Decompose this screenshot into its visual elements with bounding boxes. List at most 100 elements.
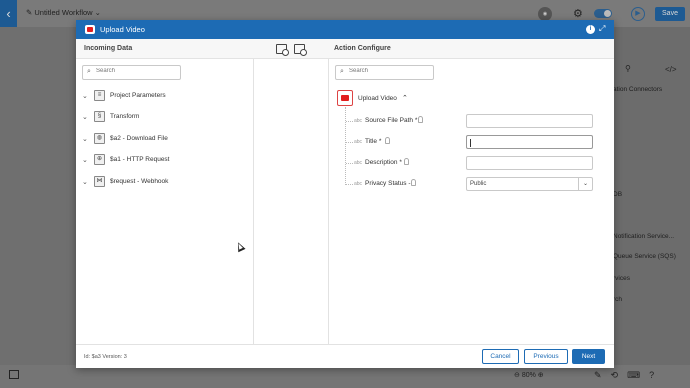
gear-icon[interactable]: ⚙ [573,7,583,20]
field-label: Title * [365,138,381,145]
next-button[interactable]: Next [572,349,605,364]
divider [253,59,254,344]
right-panel-item[interactable]: rvices [613,275,630,282]
field-label-text: Description [365,159,398,166]
tree-connector [346,121,353,122]
right-panel-item[interactable]: DB [613,191,622,198]
bulb-icon[interactable] [418,116,423,123]
incoming-item-label: Project Parameters [110,92,166,99]
divider [328,59,329,344]
incoming-item-webhook[interactable]: ⌄ ⋈ $request - Webhook [82,176,252,190]
bulb-icon[interactable]: ⚲ [625,64,631,73]
webhook-icon: ⋈ [94,176,105,187]
expand-icon[interactable]: ⤢ [599,24,605,34]
panel-toggle-icon[interactable] [9,370,19,379]
incoming-item-transform[interactable]: ⌄ § Transform [82,111,252,125]
avatar[interactable]: ◉ [538,7,552,21]
text-type-icon: abc [354,160,363,166]
field-source-file-path: abc Source File Path * [346,114,596,130]
field-label: Privacy Status - [365,180,411,187]
chevron-down-icon[interactable]: ⌄ [82,178,88,186]
action-search-input[interactable] [349,68,429,74]
chevron-down-icon[interactable]: ⌄ [82,156,88,164]
incoming-item-download-file[interactable]: ⌄ ◍ $a2 - Download File [82,133,252,147]
info-icon[interactable]: i [586,25,595,34]
clear-mapping-icon[interactable] [294,44,307,56]
field-label-text: Privacy Status [365,180,407,187]
incoming-data-heading: Incoming Data [84,45,133,52]
right-panel-item[interactable]: Notification Service... [613,233,674,240]
right-panel [615,27,690,367]
source-file-path-input[interactable] [466,114,593,128]
right-panel-item[interactable]: ation Connectors [613,86,662,93]
chevron-up-icon[interactable]: ⌃ [402,94,408,102]
incoming-search[interactable]: ⌕ [82,65,181,80]
chevron-down-icon[interactable]: ⌄ [82,135,88,143]
required-marker: * [399,159,402,166]
title-input[interactable] [466,135,593,149]
incoming-item-project-parameters[interactable]: ⌄ ≡ Project Parameters [82,90,252,104]
text-type-icon: abc [354,118,363,124]
incoming-search-input[interactable] [96,68,176,74]
field-description: abc Description * [346,156,596,172]
cancel-button[interactable]: Cancel [482,349,519,364]
incoming-item-label: $a1 - HTTP Request [110,156,170,163]
parameters-icon: ≡ [94,90,105,101]
field-label-text: Source File Path [365,117,414,124]
zoom-control[interactable]: ⊖ 80% ⊕ [514,371,544,379]
description-input[interactable] [466,156,593,170]
field-label-text: Title [365,138,378,145]
code-icon[interactable]: </> [665,65,677,74]
field-label: Description * [365,159,402,166]
chevron-down-icon[interactable]: ⌄ [578,178,592,190]
previous-button[interactable]: Previous [524,349,568,364]
toggle-switch[interactable] [594,9,612,18]
text-type-icon: abc [354,139,363,145]
incoming-item-label: Transform [110,113,140,120]
field-title: abc Title * [346,135,596,151]
modal-footer: Id: $a3 Version: 3 Cancel Previous Next [76,344,614,368]
transform-icon: § [94,111,105,122]
search-icon: ⌕ [87,68,91,75]
chevron-down-icon[interactable]: ⌄ [82,113,88,121]
required-marker: * [378,138,382,145]
http-request-icon: ⊕ [94,154,105,165]
bottom-toolbar-icons[interactable]: ✎⟲⌨? [594,370,663,381]
map-fields-icon[interactable] [276,44,289,56]
modal-header: Upload Video i ⤢ [76,20,614,39]
chevron-down-icon[interactable]: ⌄ [82,92,88,100]
download-file-icon: ◍ [94,133,105,144]
privacy-status-value: Public [470,181,487,187]
upload-video-modal: Upload Video i ⤢ Incoming Data Action Co… [76,20,614,368]
bulb-icon[interactable] [385,137,390,144]
text-caret [470,139,471,147]
youtube-icon [337,90,353,106]
right-panel-item[interactable]: Queue Service (SQS) [613,253,676,260]
youtube-icon [85,25,95,34]
bulb-icon[interactable] [404,158,409,165]
right-panel-item[interactable]: rch [613,296,622,303]
action-search[interactable]: ⌕ [335,65,434,80]
back-button[interactable]: ‹ [0,0,17,27]
incoming-item-label: $request - Webhook [110,178,169,185]
action-root-label: Upload Video [358,95,397,102]
incoming-item-http-request[interactable]: ⌄ ⊕ $a1 - HTTP Request [82,154,252,168]
save-button[interactable]: Save [655,7,685,21]
field-label: Source File Path * [365,117,417,124]
bulb-icon[interactable] [411,179,416,186]
workflow-title[interactable]: ✎ Untitled Workflow ⌄ [26,8,101,17]
field-privacy-status: abc Privacy Status - Public ⌄ [346,177,596,193]
search-icon: ⌕ [340,68,344,75]
version-info: Id: $a3 Version: 3 [84,354,127,360]
privacy-status-select[interactable]: Public ⌄ [466,177,593,191]
play-icon[interactable]: ▶ [631,7,645,21]
text-type-icon: abc [354,181,363,187]
incoming-item-label: $a2 - Download File [110,135,168,142]
action-configure-heading: Action Configure [334,45,391,52]
tree-connector [346,142,353,143]
modal-title: Upload Video [100,25,145,34]
tree-connector [346,163,353,164]
status-bar [0,365,690,388]
zoom-level: 80% [521,372,536,379]
tree-connector [346,184,353,185]
